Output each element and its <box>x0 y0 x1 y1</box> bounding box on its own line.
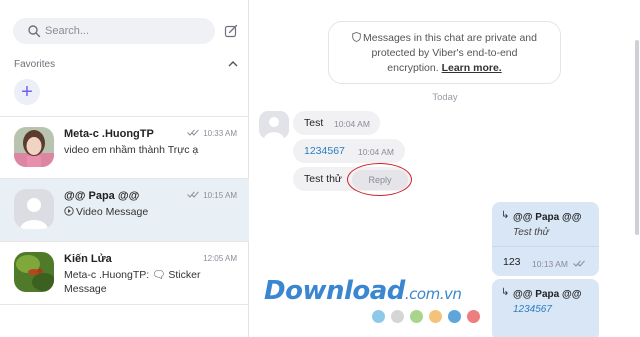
quoted-text: Test thử <box>513 227 549 238</box>
message-text: Test thử <box>304 173 342 185</box>
message-text: 123 <box>503 256 521 268</box>
divider <box>492 246 599 247</box>
watermark-logo: Download.com.vn <box>264 276 534 306</box>
dot <box>372 310 385 323</box>
message-time: 10:04 AM <box>334 119 370 129</box>
notice-line-2: protected by Viber's end-to-end <box>371 47 518 59</box>
dot <box>429 310 442 323</box>
chat-name: Kiến Lửa <box>64 253 112 265</box>
learn-more-link[interactable]: Learn more. <box>442 62 502 74</box>
chat-preview-text: Video Message <box>76 206 149 218</box>
search-row <box>13 18 243 46</box>
chat-time: 10:15 AM <box>203 191 237 200</box>
watermark-dots <box>372 310 502 324</box>
chat-item-papa[interactable]: @@ Papa @@ 10:15 AM Video Message <box>0 179 249 242</box>
encryption-notice: Messages in this chat are private and pr… <box>328 21 561 84</box>
message-time: 10:04 AM <box>358 147 394 157</box>
notice-line-1: Messages in this chat are private and <box>363 32 537 44</box>
outgoing-message[interactable]: ↳ @@ Papa @@ Test thử 123 10:13 AM <box>492 202 599 276</box>
video-play-icon <box>64 206 74 216</box>
double-check-icon <box>573 260 585 267</box>
dot <box>467 310 480 323</box>
compose-icon[interactable] <box>224 24 238 38</box>
phone-link[interactable]: 1234567 <box>304 145 345 157</box>
date-separator: Today <box>432 92 458 103</box>
quoted-text: 1234567 <box>513 304 552 315</box>
highlight-circle <box>347 163 412 196</box>
dot <box>448 310 461 323</box>
chat-item-meta-c-huongtp[interactable]: Meta-c .HuongTP 10:33 AM video em nhầm t… <box>0 117 249 180</box>
chat-preview: video em nhầm thành Trực ạ <box>64 144 199 156</box>
notice-line-3: encryption. <box>387 62 439 74</box>
chat-name: Meta-c .HuongTP <box>64 128 154 140</box>
watermark-main: Download <box>264 276 405 306</box>
search-input[interactable] <box>45 22 205 40</box>
chevron-up-icon[interactable] <box>227 60 239 68</box>
divider <box>0 304 249 305</box>
chat-preview: Meta-c .HuongTP: 🗨 Sticker Message <box>64 269 201 295</box>
watermark-domain: .com.vn <box>404 285 462 303</box>
search-icon <box>28 25 41 38</box>
sidebar: Favorites + Meta-c .HuongTP <box>0 0 249 337</box>
double-check-icon <box>187 129 199 136</box>
message-text: Test <box>304 117 324 129</box>
reply-arrow-icon: ↳ <box>501 210 510 221</box>
incoming-message[interactable]: 1234567 10:04 AM <box>293 139 405 163</box>
chat-time: 10:33 AM <box>203 129 237 138</box>
chat-time: 12:05 AM <box>203 254 237 263</box>
message-time: 10:13 AM <box>532 259 568 269</box>
add-favorite-button[interactable]: + <box>14 79 40 105</box>
plus-icon: + <box>21 81 33 103</box>
chat-preview: Video Message <box>64 205 234 219</box>
dot <box>391 310 404 323</box>
double-check-icon <box>187 191 199 198</box>
dot <box>410 310 423 323</box>
incoming-message[interactable]: Test 10:04 AM <box>293 111 380 135</box>
viber-window: Favorites + Meta-c .HuongTP <box>0 0 640 337</box>
avatar <box>14 127 54 167</box>
sender-avatar <box>259 111 289 139</box>
quoted-sender: @@ Papa @@ <box>513 212 582 223</box>
shield-icon <box>352 32 361 42</box>
avatar <box>14 252 54 292</box>
chat-name: @@ Papa @@ <box>64 190 140 202</box>
favorites-label: Favorites <box>14 59 56 70</box>
search-box[interactable] <box>13 18 215 44</box>
scrollbar[interactable] <box>635 40 639 235</box>
quoted-message[interactable]: ↳ @@ Papa @@ Test thử <box>501 210 593 248</box>
avatar <box>14 189 54 229</box>
chat-item-kien-lua[interactable]: Kiến Lửa 12:05 AM Meta-c .HuongTP: 🗨 Sti… <box>0 242 249 305</box>
